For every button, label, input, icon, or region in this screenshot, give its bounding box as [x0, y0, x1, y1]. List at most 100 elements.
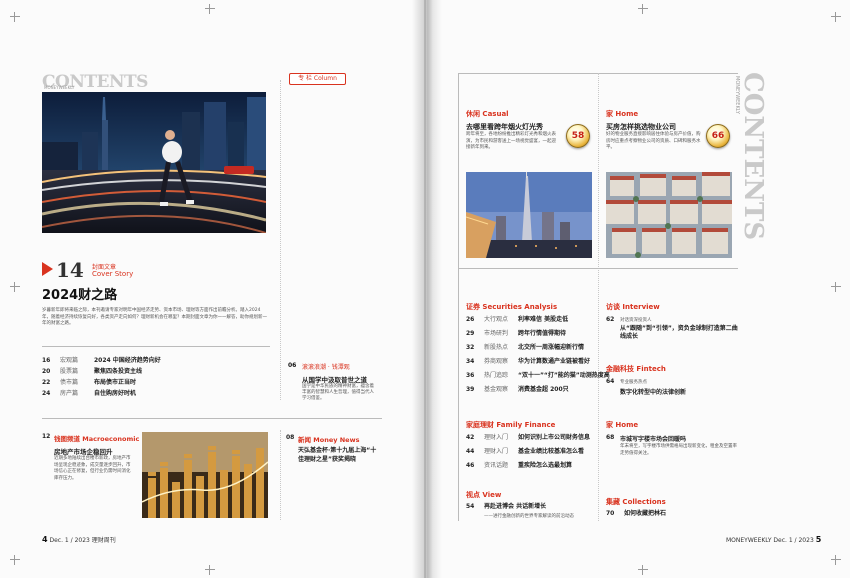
toc-entry[interactable]: 44 理财入门 基金业绩比较基准怎么看: [466, 448, 584, 456]
fintech-number: 64: [606, 378, 615, 385]
macro-label: 钱图频道 Macroeconomic: [54, 435, 140, 443]
casual-page-badge[interactable]: 58: [566, 124, 590, 148]
frame-left-rule: [458, 73, 459, 521]
toc-category: 市场研判: [484, 330, 509, 337]
macro-number: 12: [42, 433, 51, 440]
crop-mark: [831, 282, 841, 292]
casual-title: 去哪里看跨年烟火灯光秀: [466, 123, 543, 131]
crop-mark: [831, 555, 841, 565]
home2-label: 家 Home: [606, 421, 639, 429]
view-number: 54: [466, 503, 475, 510]
toc-page-number: 42: [466, 434, 475, 441]
crop-mark: [205, 4, 215, 14]
toc-entry[interactable]: 36 热门追踪 “双十一”“打”能的猫”动测热度高: [466, 372, 610, 380]
crop-mark: [10, 282, 20, 292]
toc-category: 券商观察: [484, 358, 509, 365]
cover-photo: [42, 92, 266, 233]
crop-mark: [10, 12, 20, 22]
contents-subtitle: MONEYWEEKLY: [44, 85, 75, 90]
toc-entry[interactable]: 34 券商观察 华为计算数通产业链被看好: [466, 358, 590, 366]
fintech-category: 专业服务热点: [620, 380, 647, 385]
toc-entry[interactable]: 42 理财入门 如何识别上市公司财务信息: [466, 434, 590, 442]
toc-title: 基金业绩比较基准怎么看: [518, 448, 585, 455]
view-item[interactable]: 54 再赴进博会 共话新增长: [466, 503, 546, 511]
money-news-title: 天弘基金杯·第十九届上海“十佳理财之星”获奖揭晓: [298, 447, 377, 463]
toc-title: 2024 中国经济趋势向好: [94, 357, 161, 364]
toc-title: 消费基金超 200只: [518, 386, 569, 393]
collections-number: 70: [606, 510, 615, 517]
view-title: 再赴进博会 共话新增长: [484, 503, 547, 510]
interview-title: 从“跟随”到“引领”，资负金球制打造第二曲线成长: [620, 325, 738, 340]
crop-mark: [638, 565, 648, 575]
page-folio-right: MONEYWEEKLY Dec. 1 / 2023 5: [726, 535, 821, 544]
column-item-category: 滚滚浪潮 · 钱潭观: [302, 364, 350, 371]
money-news-rule: [280, 430, 282, 520]
cover-arrow-icon: [42, 262, 53, 276]
toc-category: 基金观察: [484, 386, 509, 393]
column-item-title: 从国学中汲取普世之道: [302, 376, 367, 384]
fintech-title: 数字化转型中的法律创新: [620, 389, 687, 396]
securities-label: 证券 Securities Analysis: [466, 303, 558, 311]
toc-category: 资讯话题: [484, 462, 509, 469]
money-news-number: 08: [286, 434, 295, 441]
toc-title: 跨年行情值得期待: [518, 330, 567, 337]
toc-entry[interactable]: 39 基金观察 消费基金超 200只: [466, 386, 569, 394]
view-subtitle: ——进行金融创新的世界专家解读的前沿动态: [484, 514, 574, 519]
toc-title: 华为计算数通产业链被看好: [518, 358, 591, 365]
toc-page-number: 24: [42, 390, 51, 397]
crop-mark: [10, 555, 20, 565]
toc-title: 利率难信 美股走低: [518, 316, 569, 323]
home2-number: 68: [606, 434, 615, 441]
right-page: CONTENTS MONEYWEEKLY 休闲 Casual 去哪里看跨年烟火灯…: [426, 0, 850, 578]
toc-page-number: 29: [466, 330, 475, 337]
interview-label: 访谈 Interview: [606, 303, 660, 311]
toc-entry[interactable]: 24 房产篇 自住购房好时机: [42, 390, 136, 398]
folio-number: 5: [815, 535, 822, 544]
folio-number: 4: [42, 535, 48, 544]
divider: [42, 346, 270, 347]
page-folio-left: 4 Dec. 1 / 2023 理财周刊: [42, 535, 116, 544]
toc-category: 理财入门: [484, 448, 509, 455]
toc-title: 重疾险怎么选最划算: [518, 462, 573, 469]
column-badge[interactable]: 专 栏 Column: [289, 73, 346, 85]
toc-entry[interactable]: 16 宏观篇 2024 中国经济趋势向好: [42, 357, 161, 365]
toc-category: 热门追踪: [484, 372, 509, 379]
column-item-number: 06: [288, 362, 297, 369]
toc-page-number: 20: [42, 368, 51, 375]
toc-category: 股票篇: [60, 368, 79, 375]
toc-entry[interactable]: 46 资讯话题 重疾险怎么选最划算: [466, 462, 572, 470]
toc-entry[interactable]: 22 债市篇 布局债市正当时: [42, 379, 136, 387]
divider: [42, 418, 382, 419]
home-title: 买房怎样挑选物业公司: [606, 123, 676, 131]
casual-label: 休闲 Casual: [466, 110, 509, 118]
toc-category: 债市篇: [60, 379, 79, 386]
toc-page-number: 36: [466, 372, 475, 379]
divider: [458, 268, 738, 269]
casual-blurb: 跨年将至，各地纷纷推出精彩灯光秀和烟火表演，为市民和游客送上一场视觉盛宴，一起迎…: [466, 132, 556, 150]
collections-item[interactable]: 70 如何收藏把林石: [606, 510, 666, 518]
column-item-blurb: 国学是中华民族的精神财富，蕴含着丰富的智慧和人生哲理，值得当代人学习借鉴。: [302, 384, 374, 401]
toc-category: 理财入门: [484, 434, 509, 441]
toc-title: 北交所一周涨幅迎新行情: [518, 344, 585, 351]
toc-entry[interactable]: 32 新股热点 北交所一周涨幅迎新行情: [466, 344, 584, 352]
macro-photo: [142, 432, 268, 518]
fintech-label: 金融科技 Fintech: [606, 365, 666, 373]
collections-label: 集藏 Collections: [606, 498, 666, 506]
home-label: 家 Home: [606, 110, 639, 118]
toc-title: 布局债市正当时: [94, 379, 137, 386]
toc-title: 如何识别上市公司财务信息: [518, 434, 591, 441]
toc-page-number: 46: [466, 462, 475, 469]
interview-number: 62: [606, 316, 615, 323]
left-page: CONTENTS MONEYWEEKLY 14 封面文章 Cover Story…: [0, 0, 424, 578]
toc-category: 新股热点: [484, 344, 509, 351]
home-page-badge[interactable]: 66: [706, 124, 730, 148]
macro-blurb: 近期多地陆续出台楼市新政，房地产市场呈现企稳迹象，成交量逐步回升，市场信心正在修…: [54, 456, 131, 481]
cover-page-number: 14: [56, 258, 84, 282]
cover-title: 2024财之路: [42, 288, 118, 303]
toc-page-number: 34: [466, 358, 475, 365]
toc-entry[interactable]: 29 市场研判 跨年行情值得期待: [466, 330, 566, 338]
toc-entry[interactable]: 20 股票篇 聚焦四条投资主线: [42, 368, 142, 376]
money-news-label: 新闻 Money News: [298, 436, 360, 444]
toc-entry[interactable]: 26 大行观点 利率难信 美股走低: [466, 316, 568, 324]
collections-title: 如何收藏把林石: [624, 510, 667, 517]
